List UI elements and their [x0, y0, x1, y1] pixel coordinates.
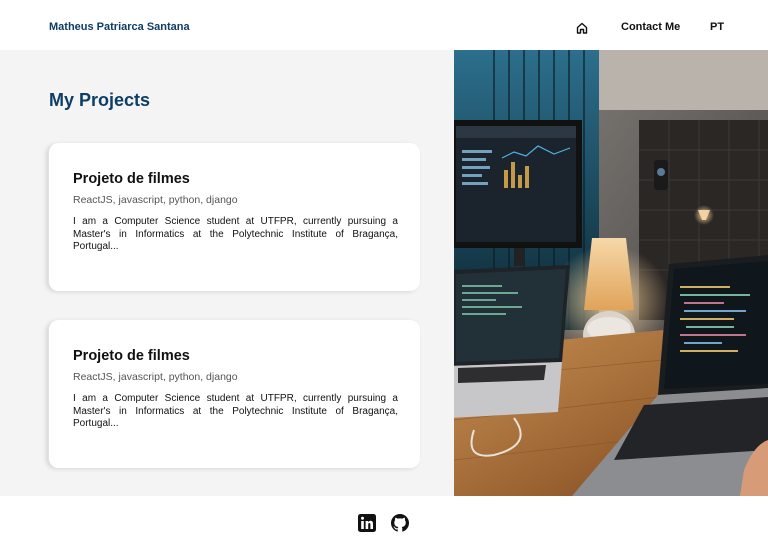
- linkedin-icon[interactable]: [358, 514, 376, 532]
- project-description: I am a Computer Science student at UTFPR…: [73, 216, 398, 252]
- project-title: Projeto de filmes: [73, 171, 190, 187]
- site-header: Matheus Patriarca Santana Contact Me PT: [0, 0, 768, 50]
- home-icon[interactable]: [575, 21, 589, 35]
- project-tags: ReactJS, javascript, python, django: [73, 194, 238, 206]
- site-footer: [0, 496, 768, 546]
- page-title: My Projects: [49, 90, 151, 110]
- project-title: Projeto de filmes: [73, 348, 190, 364]
- workspace-photo: [454, 50, 768, 496]
- project-tags: ReactJS, javascript, python, django: [73, 371, 238, 383]
- projects-panel: My Projects Projeto de filmes ReactJS, j…: [0, 50, 454, 496]
- project-card[interactable]: Projeto de filmes ReactJS, javascript, p…: [48, 143, 420, 291]
- project-description: I am a Computer Science student at UTFPR…: [73, 393, 398, 429]
- github-icon[interactable]: [391, 514, 409, 532]
- project-card[interactable]: Projeto de filmes ReactJS, javascript, p…: [48, 320, 420, 468]
- contact-me-link[interactable]: Contact Me: [621, 21, 680, 33]
- brand-name[interactable]: Matheus Patriarca Santana: [49, 21, 190, 33]
- language-toggle[interactable]: PT: [710, 21, 724, 33]
